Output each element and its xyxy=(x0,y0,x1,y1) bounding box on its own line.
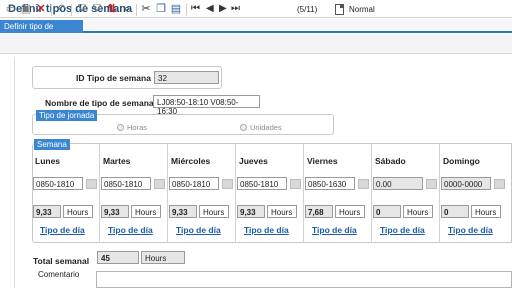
record-counter: (5/11) xyxy=(297,5,318,14)
radio-horas-label: Horas xyxy=(127,123,148,132)
day-column-sabado: Sábado 0.00 0 Hours Tipo de día xyxy=(372,144,440,242)
total-label: Total semanal xyxy=(33,256,90,266)
day-name: Jueves xyxy=(239,156,268,166)
tipo-de-dia-link[interactable]: Tipo de día xyxy=(312,225,357,235)
day-hours-field[interactable]: 0 xyxy=(373,205,401,218)
day-hours-field[interactable]: 7,68 xyxy=(305,205,333,218)
toolbar-separator xyxy=(51,4,52,16)
day-hours-field[interactable]: 9,33 xyxy=(169,205,197,218)
day-unit-field[interactable]: Hours xyxy=(199,205,229,218)
day-column-domingo: Domingo 0000-0000 0 Hours Tipo de día xyxy=(440,144,512,242)
day-column-viernes: Viernes 0850-1630 7,68 Hours Tipo de día xyxy=(304,144,372,242)
day-hours-field[interactable]: 9,33 xyxy=(101,205,129,218)
tipo-de-dia-link[interactable]: Tipo de día xyxy=(244,225,289,235)
paste-icon[interactable]: ▤ xyxy=(170,3,182,15)
first-record-icon[interactable]: ⏮ xyxy=(191,3,200,15)
tab-definir-tipo-de-semana[interactable]: Definir tipo de semana xyxy=(0,20,83,40)
next-record-icon[interactable]: ▶ xyxy=(219,3,227,15)
comment-label: Comentario xyxy=(38,270,80,279)
day-name: Lunes xyxy=(35,156,61,166)
last-record-icon[interactable]: ⏭ xyxy=(231,3,240,15)
day-range-field[interactable]: 0.00 xyxy=(373,177,423,190)
day-hours-field[interactable]: 0 xyxy=(441,205,469,218)
filter-icon[interactable]: ⛛ xyxy=(76,3,88,15)
day-checkbox[interactable] xyxy=(358,179,369,189)
day-column-miercoles: Miércoles 0850-1810 9,33 Hours Tipo de d… xyxy=(168,144,236,242)
radio-unidades[interactable]: Unidades xyxy=(240,123,282,132)
tipo-de-dia-link[interactable]: Tipo de día xyxy=(40,225,85,235)
undo-icon[interactable]: ↶ xyxy=(55,3,67,15)
day-checkbox[interactable] xyxy=(494,179,505,189)
day-unit-field[interactable]: Hours xyxy=(63,205,93,218)
day-range-field[interactable]: 0850-1810 xyxy=(101,177,151,190)
previous-record-icon[interactable]: ◀ xyxy=(206,3,214,15)
save-icon[interactable]: ▣ xyxy=(20,3,32,15)
copy-icon[interactable]: ❐ xyxy=(155,3,167,15)
name-field[interactable]: LJ08:50-18:10 V08:50-16:30 xyxy=(153,95,260,116)
clear-filter-icon[interactable]: ⛛ xyxy=(91,3,103,15)
day-column-jueves: Jueves 0850-1810 9,33 Hours Tipo de día xyxy=(236,144,304,242)
document-icon[interactable] xyxy=(335,4,344,15)
day-range-field[interactable]: 0850-1810 xyxy=(33,177,83,190)
tipo-de-dia-link[interactable]: Tipo de día xyxy=(448,225,493,235)
new-icon[interactable]: ▭ xyxy=(5,3,17,15)
sort-icon[interactable]: ⇅ xyxy=(106,3,118,15)
view-mode-label[interactable]: Normal xyxy=(349,5,375,14)
toolbar xyxy=(0,34,512,54)
day-hours-field[interactable]: 9,33 xyxy=(237,205,265,218)
day-unit-field[interactable]: Hours xyxy=(335,205,365,218)
day-checkbox[interactable] xyxy=(290,179,301,189)
toolbar-separator xyxy=(136,4,137,16)
find-icon[interactable]: ⌕ xyxy=(121,3,133,15)
tipo-de-dia-link[interactable]: Tipo de día xyxy=(380,225,425,235)
day-unit-field[interactable]: Hours xyxy=(131,205,161,218)
day-range-field[interactable]: 0000-0000 xyxy=(441,177,491,190)
day-range-field[interactable]: 0850-1810 xyxy=(169,177,219,190)
cut-icon[interactable]: ✂ xyxy=(140,3,152,15)
day-range-field[interactable]: 0850-1810 xyxy=(237,177,287,190)
tipo-de-dia-link[interactable]: Tipo de día xyxy=(176,225,221,235)
day-checkbox[interactable] xyxy=(86,179,97,189)
jornada-title: Tipo de jornada xyxy=(36,110,98,121)
day-name: Viernes xyxy=(307,156,338,166)
day-checkbox[interactable] xyxy=(426,179,437,189)
day-checkbox[interactable] xyxy=(154,179,165,189)
radio-unidades-label: Unidades xyxy=(250,123,282,132)
day-range-field[interactable]: 0850-1630 xyxy=(305,177,355,190)
day-unit-field[interactable]: Hours xyxy=(471,205,501,218)
tipo-de-dia-link[interactable]: Tipo de día xyxy=(108,225,153,235)
comment-textarea[interactable] xyxy=(96,271,512,288)
toolbar-separator xyxy=(186,4,187,16)
delete-icon[interactable]: ✕ xyxy=(35,3,47,15)
total-field[interactable]: 45 xyxy=(97,251,139,264)
day-unit-field[interactable]: Hours xyxy=(267,205,297,218)
day-name: Martes xyxy=(103,156,131,166)
left-gutter-line xyxy=(14,58,15,288)
radio-unidades-circle[interactable] xyxy=(240,124,247,131)
toolbar-separator xyxy=(71,4,72,16)
day-column-lunes: Lunes 0850-1810 9,33 Hours Tipo de día xyxy=(32,144,100,242)
day-name: Sábado xyxy=(375,156,406,166)
id-field[interactable]: 32 xyxy=(154,71,219,84)
day-name: Domingo xyxy=(443,156,480,166)
id-label: ID Tipo de semana xyxy=(76,73,151,83)
radio-horas-circle[interactable] xyxy=(117,124,124,131)
day-hours-field[interactable]: 9,33 xyxy=(33,205,61,218)
day-checkbox[interactable] xyxy=(222,179,233,189)
name-label: Nombre de tipo de semana xyxy=(45,98,154,108)
total-unit-field[interactable]: Hours xyxy=(141,251,185,264)
day-unit-field[interactable]: Hours xyxy=(403,205,433,218)
day-name: Miércoles xyxy=(171,156,211,166)
radio-horas[interactable]: Horas xyxy=(117,123,147,132)
day-column-martes: Martes 0850-1810 9,33 Hours Tipo de día xyxy=(100,144,168,242)
